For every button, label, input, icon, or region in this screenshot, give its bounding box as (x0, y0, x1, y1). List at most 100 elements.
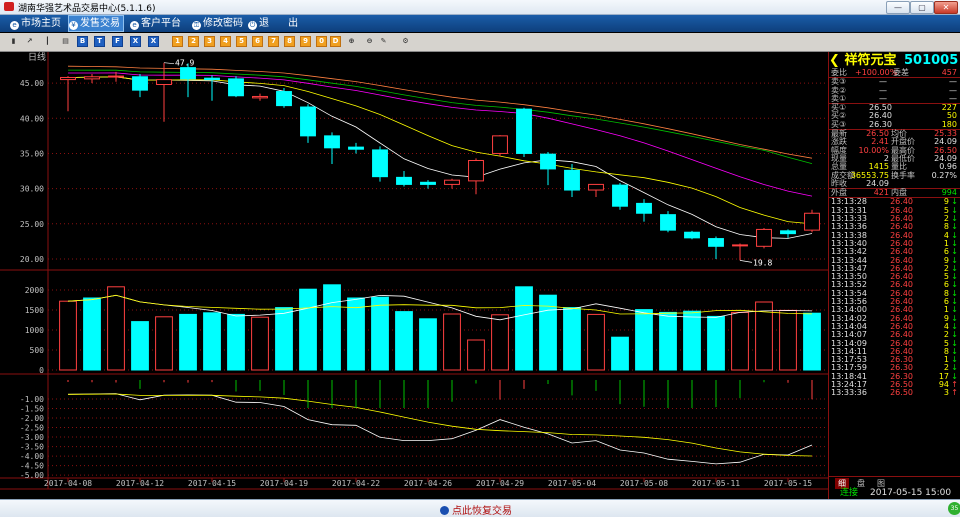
menu-change-password[interactable]: ⚿ 修改密码 (192, 16, 243, 31)
menu-label: 客户平台 (141, 18, 181, 29)
key-icon: ⚿ (192, 21, 201, 30)
candle-body (732, 244, 748, 247)
tool-5-icon[interactable]: 5 (236, 36, 247, 47)
tool-10-icon[interactable]: 0 (316, 36, 327, 47)
tool-9-icon[interactable]: 9 (300, 36, 311, 47)
yen-icon: ¥ (69, 21, 78, 30)
high-mark-label: 47.9 (175, 59, 194, 68)
tool-7-icon[interactable]: 7 (268, 36, 279, 47)
candle-body (804, 212, 820, 231)
bar-chart-icon[interactable]: ▮ (8, 36, 19, 47)
stat-row: 昨收 24.09 (829, 178, 960, 188)
candle-body (132, 76, 148, 91)
candle-body (636, 202, 652, 214)
stat-row: 成交额 36553.75 换手率 0.27% (829, 171, 960, 180)
candle-body (708, 238, 724, 247)
candle-body (516, 108, 532, 154)
volume-bar (515, 286, 533, 371)
menu-client-platform[interactable]: e 客户平台 (130, 16, 181, 31)
volume-tick-label: 1500 (25, 306, 44, 315)
volume-bar (107, 286, 125, 371)
product-name: 祥符元宝 (844, 53, 897, 68)
volume-bar (59, 300, 77, 371)
low-mark-label: 19.8 (753, 258, 772, 267)
high-mark-line (163, 62, 175, 65)
kline-icon[interactable]: ┃ (42, 36, 53, 47)
value: 421 (873, 188, 889, 198)
macd-tick-label: -2.50 (20, 424, 44, 433)
e-icon: e (130, 21, 139, 30)
menu-market-home[interactable]: e 市场主页 (10, 16, 61, 31)
ma10-line (67, 76, 813, 225)
bid-row: 买② 26.40 50 (829, 112, 960, 121)
f-icon[interactable]: F (112, 36, 123, 47)
tool-11-icon[interactable]: D (330, 36, 341, 47)
date-tick-label: 2017-04-15 (188, 479, 236, 488)
volume-bar (563, 307, 581, 371)
label: 昨收 (831, 178, 847, 188)
menu-issue-trade[interactable]: ¥ 发售交易 (68, 15, 124, 32)
settings-icon[interactable]: ⚙ (400, 36, 411, 47)
order-ratio-row: 委比 +100.00% 委差 457 (829, 68, 960, 77)
tool-2-icon[interactable]: 2 (188, 36, 199, 47)
line-chart-icon[interactable]: ↗ (24, 36, 35, 47)
minimize-button[interactable]: — (886, 1, 910, 14)
maximize-button[interactable]: ▢ (910, 1, 934, 14)
resume-trading-button[interactable]: 点此恢复交易 (440, 502, 512, 517)
volume-bar (635, 309, 653, 371)
tool-8-icon[interactable]: 8 (284, 36, 295, 47)
price-tick-label: 20.00 (20, 255, 44, 264)
kline-chart[interactable]: 日线 45.00 40.00 35.00 30.00 25.00 20.00 47.9 19.8… (0, 51, 828, 499)
date-tick-label: 2017-05-08 (620, 479, 668, 488)
date-tick-label: 2017-04-26 (404, 479, 452, 488)
candle-body (156, 79, 172, 86)
tick-volume: 3 (943, 388, 949, 398)
tool-4-icon[interactable]: 4 (220, 36, 231, 47)
zoom-out-icon[interactable]: ⊖ (364, 36, 375, 47)
candle-body (780, 230, 796, 235)
macd-tick-label: -4.00 (20, 452, 44, 461)
volume-bar (371, 296, 389, 371)
candle-body (444, 179, 460, 185)
volume-tick-label: 500 (30, 346, 45, 355)
price-tick-label: 40.00 (20, 114, 44, 123)
menu-label: 修改密码 (203, 18, 243, 29)
macd-tick-label: -4.50 (20, 462, 44, 471)
menu-exit[interactable]: ⏻ 退 出 (248, 16, 298, 31)
candle-body (228, 78, 244, 97)
quote-rows: 委比 +100.00% 委差 457 卖③ — — 卖② — — 卖① — — 买① 26.50 227 买② 2… (829, 68, 960, 398)
x-icon[interactable]: X (130, 36, 141, 47)
notification-badge[interactable]: 35 (948, 502, 960, 515)
label: 外盘 (831, 188, 847, 198)
tool-1-icon[interactable]: 1 (172, 36, 183, 47)
candle-body (564, 169, 580, 191)
bid-row: 买③ 26.30 180 (829, 120, 960, 129)
close-button[interactable]: ✕ (934, 1, 958, 14)
volume-bar (299, 288, 317, 371)
volume-bar (395, 311, 413, 371)
tool-6-icon[interactable]: 6 (252, 36, 263, 47)
date-tick-label: 2017-05-11 (692, 479, 740, 488)
x2-icon[interactable]: X (148, 36, 159, 47)
volume-bar (323, 284, 341, 371)
volume-bar (179, 313, 197, 371)
power-icon: ⏻ (248, 21, 257, 30)
candle-body (180, 67, 196, 80)
outer-inner-row: 外盘 421 内盘 994 (829, 188, 960, 197)
draw-icon[interactable]: ✎ (378, 36, 389, 47)
arrow-left-icon[interactable]: ❮ (829, 53, 840, 68)
zoom-in-icon[interactable]: ⊕ (346, 36, 357, 47)
ask-row: 卖① — — (829, 94, 960, 103)
value: 457 (941, 68, 957, 77)
b-icon[interactable]: B (77, 36, 88, 47)
date-tick-label: 2017-05-04 (548, 479, 596, 488)
candle-body (588, 183, 604, 191)
tool-3-icon[interactable]: 3 (204, 36, 215, 47)
macd-tick-label: -2.00 (20, 414, 44, 423)
table-icon[interactable]: ▤ (60, 36, 71, 47)
volume-bar (203, 312, 221, 371)
t-icon[interactable]: T (94, 36, 105, 47)
label: 内盘 (891, 188, 907, 198)
window-title: 湖南华强艺术品交易中心(5.1.1.6) (18, 4, 156, 14)
bid-row: 买① 26.50 227 (829, 103, 960, 112)
